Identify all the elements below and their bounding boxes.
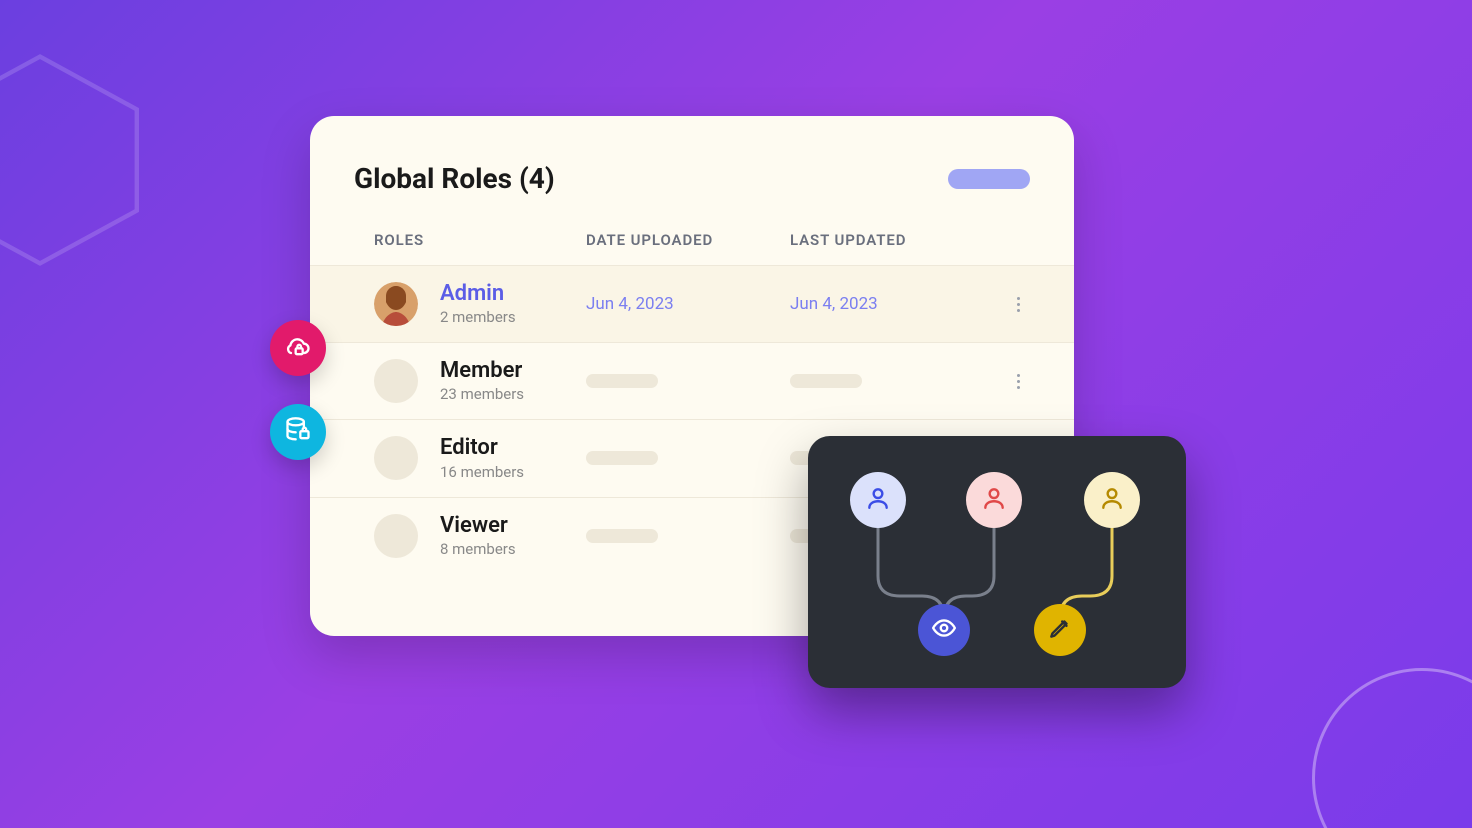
last-updated: Jun 4, 2023 <box>790 294 990 314</box>
last-updated-placeholder <box>790 374 990 388</box>
table-row[interactable]: Member 23 members <box>310 342 1074 419</box>
row-menu-button[interactable] <box>1017 374 1020 389</box>
table-row[interactable]: Admin 2 members Jun 4, 2023 Jun 4, 2023 <box>310 265 1074 342</box>
cloud-lock-icon <box>284 332 312 364</box>
user-icon <box>1099 485 1125 515</box>
header-action-button[interactable] <box>948 169 1030 189</box>
user-node-3[interactable] <box>1084 472 1140 528</box>
avatar-placeholder <box>374 359 418 403</box>
user-node-2[interactable] <box>966 472 1022 528</box>
eye-icon <box>931 615 957 645</box>
column-header-roles: ROLES <box>374 231 586 249</box>
role-name[interactable]: Admin <box>440 282 516 306</box>
role-name[interactable]: Viewer <box>440 514 516 538</box>
column-header-date-uploaded: DATE UPLOADED <box>586 231 790 249</box>
date-uploaded-placeholder <box>586 529 790 543</box>
database-lock-icon <box>284 416 312 448</box>
database-lock-button[interactable] <box>270 404 326 460</box>
edit-permission-node[interactable] <box>1034 604 1086 656</box>
avatar <box>374 282 418 326</box>
column-header-last-updated: LAST UPDATED <box>790 231 990 249</box>
role-name[interactable]: Member <box>440 359 524 383</box>
role-members: 16 members <box>440 463 524 481</box>
date-uploaded-placeholder <box>586 374 790 388</box>
avatar-placeholder <box>374 436 418 480</box>
user-node-1[interactable] <box>850 472 906 528</box>
card-title: Global Roles (4) <box>354 162 555 195</box>
card-header: Global Roles (4) <box>310 150 1074 231</box>
role-name[interactable]: Editor <box>440 436 524 460</box>
stage: Global Roles (4) ROLES DATE UPLOADED LAS… <box>0 0 1472 828</box>
role-members: 23 members <box>440 385 524 403</box>
permissions-card <box>808 436 1186 688</box>
user-icon <box>981 485 1007 515</box>
pencil-icon <box>1047 615 1073 645</box>
user-icon <box>865 485 891 515</box>
role-members: 2 members <box>440 308 516 326</box>
cloud-lock-button[interactable] <box>270 320 326 376</box>
hexagon-decoration <box>0 50 150 270</box>
date-uploaded: Jun 4, 2023 <box>586 294 790 314</box>
view-permission-node[interactable] <box>918 604 970 656</box>
date-uploaded-placeholder <box>586 451 790 465</box>
circle-decoration <box>1312 668 1472 828</box>
table-column-headers: ROLES DATE UPLOADED LAST UPDATED <box>310 231 1074 265</box>
row-menu-button[interactable] <box>1017 297 1020 312</box>
role-members: 8 members <box>440 540 516 558</box>
avatar-placeholder <box>374 514 418 558</box>
